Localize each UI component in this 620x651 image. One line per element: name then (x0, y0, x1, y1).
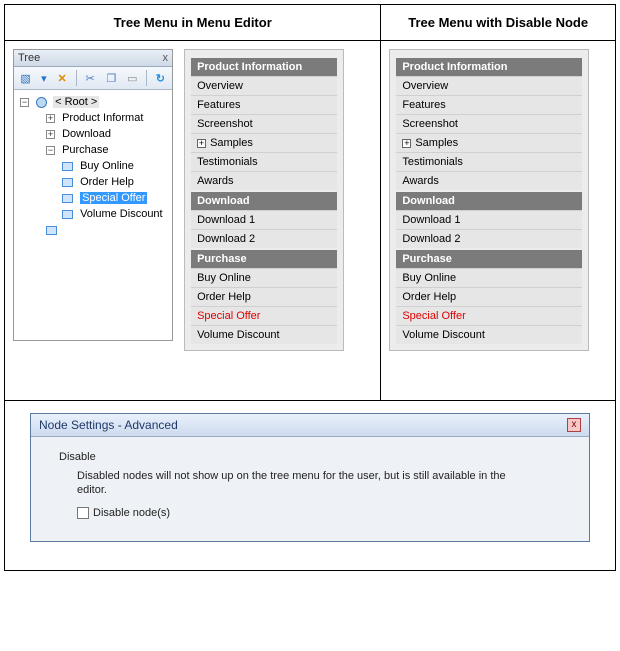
cell-editor: Tree x ▧ ▾ ✕ ✂ ❐ ▭ ↻ − < Root > (5, 41, 381, 401)
collapse-icon[interactable]: − (20, 98, 29, 107)
node-label: Product Informat (62, 112, 143, 124)
menu-header-product-info[interactable]: Product Information (396, 58, 582, 76)
tree-panel: Tree x ▧ ▾ ✕ ✂ ❐ ▭ ↻ − < Root > (13, 49, 173, 341)
menu-item-features[interactable]: Features (191, 95, 337, 114)
menu-header-purchase[interactable]: Purchase (191, 250, 337, 268)
menu-item-label: Samples (415, 137, 458, 149)
menu-item-testimonials[interactable]: Testimonials (396, 152, 582, 171)
node-label-selected: Special Offer (80, 192, 147, 204)
page-icon (62, 162, 73, 171)
menu-item-screenshot[interactable]: Screenshot (396, 114, 582, 133)
menu-item-order-help[interactable]: Order Help (191, 287, 337, 306)
expand-icon[interactable]: + (197, 139, 206, 148)
tree-node-order-help[interactable]: Order Help (18, 174, 168, 190)
menu-item-download1[interactable]: Download 1 (396, 210, 582, 229)
menu-header-purchase[interactable]: Purchase (396, 250, 582, 268)
column-header-right: Tree Menu with Disable Node (381, 5, 616, 41)
root-label: < Root > (53, 96, 99, 108)
cell-dialog: Node Settings - Advanced x Disable Disab… (5, 401, 616, 571)
tree-node-purchase[interactable]: − Purchase (18, 142, 168, 158)
menu-item-overview[interactable]: Overview (396, 76, 582, 95)
refresh-button[interactable]: ↻ (153, 70, 168, 86)
menu-item-download1[interactable]: Download 1 (191, 210, 337, 229)
menu-item-volume-discount[interactable]: Volume Discount (191, 325, 337, 344)
tree-node-empty[interactable] (18, 222, 168, 238)
collapse-icon[interactable]: − (46, 146, 55, 155)
tree-node-volume-discount[interactable]: Volume Discount (18, 206, 168, 222)
menu-item-order-help[interactable]: Order Help (396, 287, 582, 306)
node-label: Order Help (80, 176, 134, 188)
menu-item-special-offer[interactable]: Special Offer (191, 306, 337, 325)
tree-node-special-offer[interactable]: Special Offer (18, 190, 168, 206)
menu-item-samples[interactable]: + Samples (396, 133, 582, 152)
section-label-disable: Disable (59, 451, 569, 463)
menu-header-download[interactable]: Download (191, 192, 337, 210)
menu-item-download2[interactable]: Download 2 (191, 229, 337, 248)
cut-button[interactable]: ✂ (83, 70, 98, 86)
checkbox-icon[interactable] (77, 507, 89, 519)
toolbar-divider (146, 70, 147, 86)
expand-icon[interactable]: + (46, 130, 55, 139)
copy-button[interactable]: ❐ (104, 70, 119, 86)
menu-item-buy-online[interactable]: Buy Online (191, 268, 337, 287)
tree-body: − < Root > + Product Informat + Download… (14, 90, 172, 340)
checkbox-label: Disable node(s) (93, 507, 170, 519)
close-icon[interactable]: x (567, 418, 581, 432)
tree-titlebar: Tree x (14, 50, 172, 67)
tree-root[interactable]: − < Root > (18, 94, 168, 110)
paste-button[interactable]: ▭ (125, 70, 140, 86)
node-settings-dialog: Node Settings - Advanced x Disable Disab… (30, 413, 590, 542)
menu-item-special-offer[interactable]: Special Offer (396, 306, 582, 325)
node-label: Purchase (62, 144, 108, 156)
rendered-menu-right: Product Information Overview Features Sc… (389, 49, 589, 351)
tree-node-download[interactable]: + Download (18, 126, 168, 142)
disable-description: Disabled nodes will not show up on the t… (77, 469, 517, 497)
tree-title: Tree (18, 52, 40, 64)
page-icon (62, 178, 73, 187)
menu-header-product-info[interactable]: Product Information (191, 58, 337, 76)
page-icon (46, 226, 57, 235)
node-label: Volume Discount (80, 208, 163, 220)
tree-toolbar: ▧ ▾ ✕ ✂ ❐ ▭ ↻ (14, 67, 172, 90)
menu-item-screenshot[interactable]: Screenshot (191, 114, 337, 133)
menu-item-samples[interactable]: + Samples (191, 133, 337, 152)
expand-icon[interactable]: + (46, 114, 55, 123)
disable-checkbox-row[interactable]: Disable node(s) (77, 507, 569, 519)
close-icon[interactable]: x (163, 52, 169, 64)
menu-item-overview[interactable]: Overview (191, 76, 337, 95)
globe-icon (36, 97, 47, 108)
menu-item-label: Samples (210, 137, 253, 149)
menu-item-download2[interactable]: Download 2 (396, 229, 582, 248)
cell-rendered-right: Product Information Overview Features Sc… (381, 41, 616, 401)
page-icon (62, 194, 73, 203)
menu-item-features[interactable]: Features (396, 95, 582, 114)
menu-item-awards[interactable]: Awards (191, 171, 337, 190)
menu-item-awards[interactable]: Awards (396, 171, 582, 190)
menu-header-download[interactable]: Download (396, 192, 582, 210)
column-header-left: Tree Menu in Menu Editor (5, 5, 381, 41)
dropdown-icon[interactable]: ▾ (39, 70, 48, 86)
delete-button[interactable]: ✕ (55, 70, 70, 86)
toolbar-divider (76, 70, 77, 86)
tree-node-buy-online[interactable]: Buy Online (18, 158, 168, 174)
expand-icon[interactable]: + (402, 139, 411, 148)
menu-item-testimonials[interactable]: Testimonials (191, 152, 337, 171)
page-icon (62, 210, 73, 219)
menu-item-volume-discount[interactable]: Volume Discount (396, 325, 582, 344)
dialog-title: Node Settings - Advanced (39, 418, 178, 432)
menu-item-buy-online[interactable]: Buy Online (396, 268, 582, 287)
rendered-menu-left: Product Information Overview Features Sc… (184, 49, 344, 351)
tree-node-product-info[interactable]: + Product Informat (18, 110, 168, 126)
node-label: Download (62, 128, 111, 140)
node-label: Buy Online (80, 160, 134, 172)
new-node-button[interactable]: ▧ (18, 70, 33, 86)
dialog-titlebar: Node Settings - Advanced x (31, 414, 589, 437)
dialog-body: Disable Disabled nodes will not show up … (31, 437, 589, 541)
